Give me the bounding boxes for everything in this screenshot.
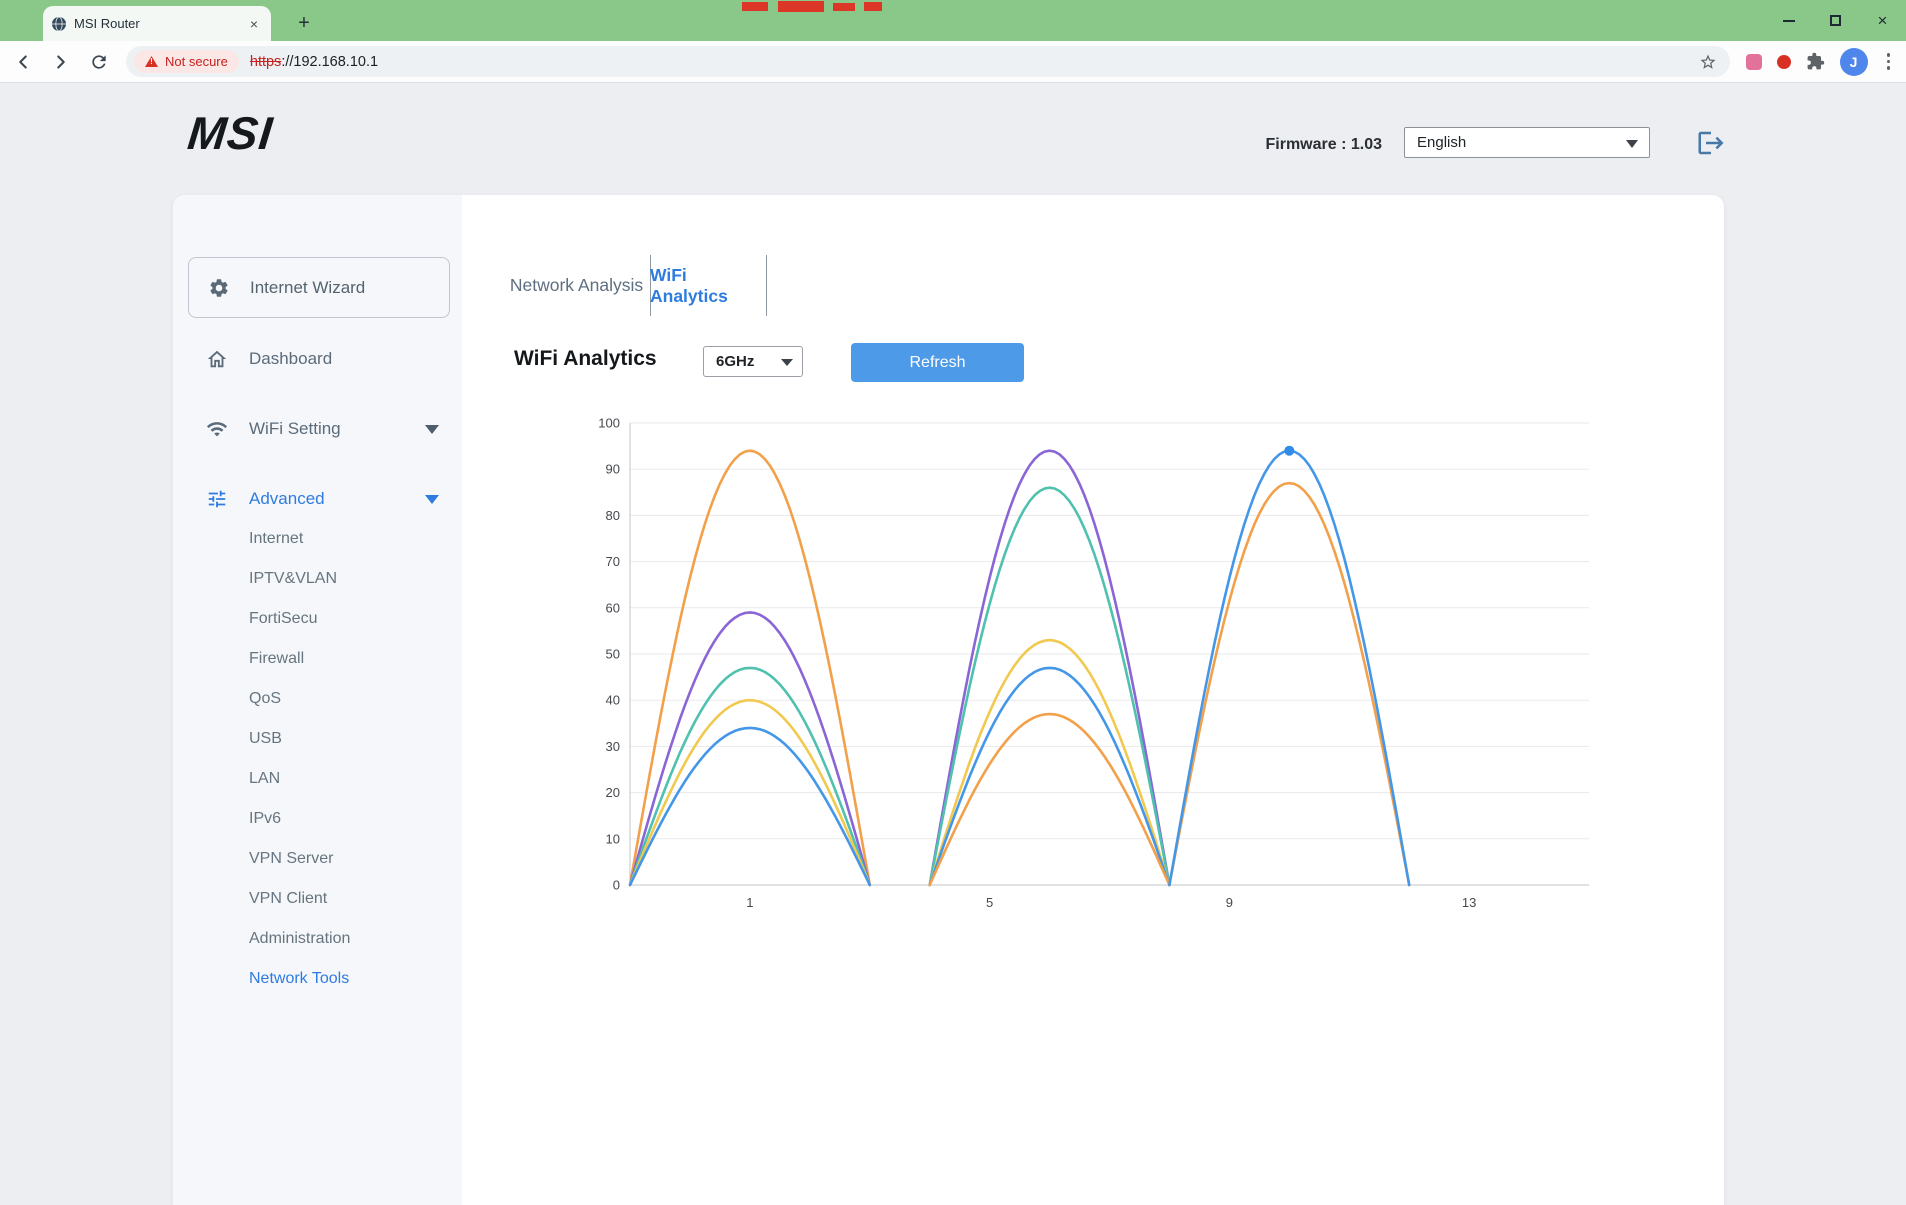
not-secure-warning-icon: !: [145, 56, 158, 67]
sidebar-subitem-usb[interactable]: USB: [249, 719, 282, 759]
security-label: Not secure: [165, 54, 228, 69]
browser-toolbar: ! Not secure https://192.168.10.1 J: [0, 41, 1906, 83]
page-title: WiFi Analytics: [514, 347, 657, 371]
reload-button[interactable]: [84, 47, 114, 77]
sidebar-item-label: Dashboard: [249, 349, 332, 369]
profile-avatar[interactable]: J: [1840, 48, 1868, 76]
svg-text:5: 5: [986, 895, 993, 910]
chevron-down-icon: [425, 425, 439, 434]
sidebar-item-label: Internet Wizard: [250, 278, 365, 298]
svg-text:0: 0: [613, 878, 620, 893]
sidebar-subitem-firewall[interactable]: Firewall: [249, 639, 304, 679]
bookmark-star-icon[interactable]: [1699, 53, 1717, 71]
language-select[interactable]: English: [1404, 127, 1650, 158]
forward-arrow-icon: [50, 51, 72, 73]
screen-artifact: [864, 2, 882, 11]
band-selected-value: 6GHz: [716, 353, 754, 370]
sidebar-item-dashboard[interactable]: Dashboard: [173, 337, 462, 381]
svg-text:1: 1: [746, 895, 753, 910]
band-select[interactable]: 6GHz: [703, 346, 803, 377]
browser-menu-kebab-icon[interactable]: [1883, 49, 1895, 74]
svg-text:10: 10: [606, 831, 620, 846]
reload-icon: [89, 52, 109, 72]
security-chip[interactable]: ! Not secure: [134, 50, 239, 73]
svg-text:20: 20: [606, 785, 620, 800]
window-close-button[interactable]: ×: [1859, 0, 1906, 41]
back-arrow-icon: [12, 51, 34, 73]
back-button[interactable]: [8, 47, 38, 77]
chevron-down-icon: [1626, 140, 1638, 148]
sidebar-item-label: Advanced: [249, 489, 325, 509]
main-card: Internet Wizard Dashboard WiFi Setting: [173, 195, 1724, 1205]
chevron-down-icon: [425, 495, 439, 504]
browser-tab[interactable]: MSI Router ×: [43, 6, 271, 41]
svg-text:40: 40: [606, 693, 620, 708]
sidebar-item-label: WiFi Setting: [249, 419, 341, 439]
extension-record-icon[interactable]: [1777, 55, 1791, 69]
extension-pink-icon[interactable]: [1746, 54, 1762, 70]
url-host: ://192.168.10.1: [281, 54, 378, 70]
address-bar[interactable]: ! Not secure https://192.168.10.1: [126, 46, 1730, 77]
refresh-button[interactable]: Refresh: [851, 343, 1024, 382]
sidebar-subitem-vpn-client[interactable]: VPN Client: [249, 879, 327, 919]
sidebar-subitem-iptv-vlan[interactable]: IPTV&VLAN: [249, 559, 337, 599]
tab-network-analysis[interactable]: Network Analysis: [503, 255, 650, 316]
window-controls: ×: [1765, 0, 1906, 41]
sidebar-item-internet-wizard[interactable]: Internet Wizard: [188, 257, 450, 318]
extensions-puzzle-icon[interactable]: [1806, 52, 1825, 71]
gear-icon: [208, 277, 230, 299]
screen-artifact: [742, 2, 768, 11]
extensions-row: J: [1746, 48, 1895, 76]
sidebar-subitem-network-tools[interactable]: Network Tools: [249, 959, 349, 999]
browser-titlebar: MSI Router × + ×: [0, 0, 1906, 41]
svg-text:60: 60: [606, 600, 620, 615]
wifi-icon: [206, 418, 228, 440]
svg-text:13: 13: [1462, 895, 1476, 910]
sidebar-subitem-fortisecu[interactable]: FortiSecu: [249, 599, 317, 639]
sidebar-item-wifi-setting[interactable]: WiFi Setting: [173, 407, 462, 451]
screen-artifact: [778, 1, 824, 12]
msi-logo: MSI: [185, 106, 275, 160]
sidebar-subitem-ipv6[interactable]: IPv6: [249, 799, 281, 839]
tab-title: MSI Router: [74, 16, 238, 31]
chevron-down-icon: [781, 359, 793, 366]
sidebar-subitem-lan[interactable]: LAN: [249, 759, 280, 799]
svg-text:80: 80: [606, 508, 620, 523]
tab-separator: [766, 255, 767, 316]
close-icon: ×: [1878, 12, 1888, 29]
svg-text:30: 30: [606, 739, 620, 754]
wifi-analytics-chart: 0 10 20 30 40 50 60 70 80 90 100 1 5 9 13: [580, 415, 1620, 920]
svg-text:50: 50: [606, 647, 620, 662]
minimize-icon: [1783, 20, 1795, 22]
sidebar-subitem-internet[interactable]: Internet: [249, 519, 303, 559]
forward-button[interactable]: [46, 47, 76, 77]
svg-text:100: 100: [598, 416, 620, 431]
tab-close-icon[interactable]: ×: [245, 15, 263, 33]
sidebar-subitem-administration[interactable]: Administration: [249, 919, 350, 959]
new-tab-button[interactable]: +: [290, 9, 318, 37]
maximize-icon: [1830, 15, 1841, 26]
tab-wifi-analytics[interactable]: WiFi Analytics: [650, 255, 766, 316]
svg-text:90: 90: [606, 462, 620, 477]
url-text: https://192.168.10.1: [250, 54, 378, 70]
sidebar-subitem-vpn-server[interactable]: VPN Server: [249, 839, 333, 879]
svg-text:9: 9: [1226, 895, 1233, 910]
sidebar-subitem-qos[interactable]: QoS: [249, 679, 281, 719]
screen-artifact: [833, 3, 855, 11]
svg-text:70: 70: [606, 554, 620, 569]
home-icon: [206, 348, 228, 370]
sidebar-item-advanced[interactable]: Advanced: [173, 477, 462, 521]
firmware-version-label: Firmware : 1.03: [1160, 136, 1382, 154]
browser-window: MSI Router × + × ! No: [0, 0, 1906, 1205]
url-scheme: https: [250, 54, 281, 70]
window-minimize-button[interactable]: [1765, 0, 1812, 41]
sidebar: Internet Wizard Dashboard WiFi Setting: [173, 195, 462, 1205]
window-maximize-button[interactable]: [1812, 0, 1859, 41]
tab-favicon-globe-icon: [51, 16, 67, 32]
language-selected-value: English: [1417, 134, 1466, 151]
logout-icon[interactable]: [1696, 128, 1726, 158]
sliders-icon: [206, 488, 228, 510]
